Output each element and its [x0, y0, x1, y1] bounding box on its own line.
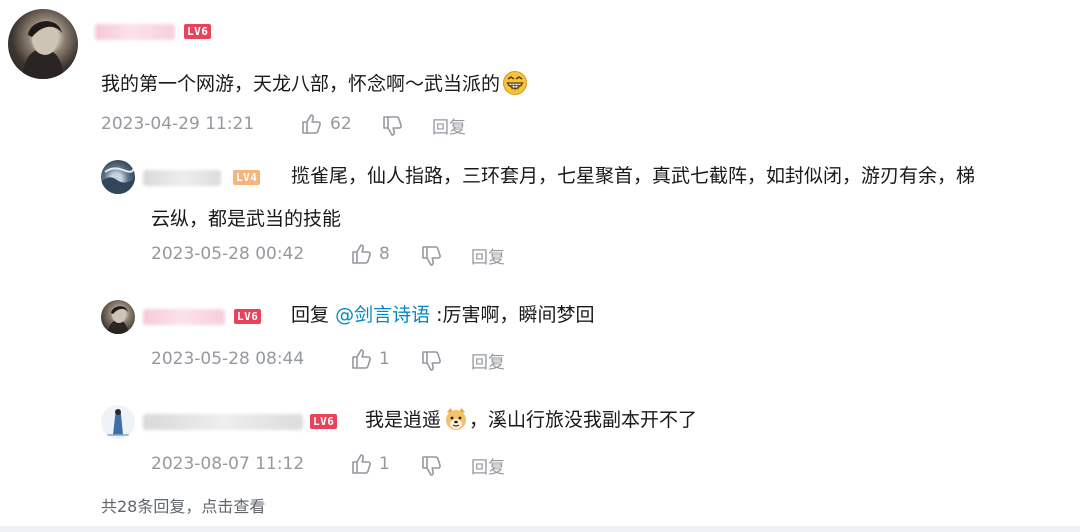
level-badge: LV6 [184, 24, 212, 39]
level-badge: LV6 [234, 309, 262, 324]
reply-text-line1: 揽雀尾，仙人指路，三环套月，七星聚首，真武七截阵，如封似闭，游刃有余，梯 [291, 165, 976, 187]
reply-text-before: 我是逍遥 [365, 409, 442, 431]
avatar-reply-2[interactable] [101, 300, 135, 334]
reply-time: 2023-05-28 08:44 [151, 349, 305, 369]
like-icon[interactable] [350, 348, 372, 370]
reply-button[interactable]: 回复 [471, 243, 505, 268]
reply-content: :厉害啊，瞬间梦回 [436, 304, 595, 326]
avatar-main-commenter[interactable] [8, 9, 78, 79]
reply-text-after: ，溪山行旅没我副本开不了 [469, 409, 698, 431]
like-count: 1 [379, 454, 390, 474]
username-blurred[interactable] [95, 24, 175, 40]
level-badge: LV6 [310, 414, 338, 429]
avatar-reply-1[interactable] [101, 160, 135, 194]
comment-text: 我的第一个网游，天龙八部，怀念啊～武当派的 [101, 70, 528, 98]
reply-time: 2023-05-28 00:42 [151, 244, 305, 264]
like-icon[interactable] [350, 243, 372, 265]
like-icon[interactable] [300, 113, 322, 135]
grinning-emoji-icon [502, 70, 528, 96]
comment-time: 2023-04-29 11:21 [101, 114, 255, 134]
reply-text: 我是逍遥 ，溪山行旅没我副本开不了 [365, 406, 697, 434]
bottom-divider [0, 526, 1080, 532]
reply-time: 2023-08-07 11:12 [151, 454, 305, 474]
reply-button[interactable]: 回复 [432, 113, 466, 138]
dislike-icon[interactable] [420, 455, 442, 477]
avatar-reply-3[interactable] [101, 405, 135, 439]
doge-emoji-icon [443, 406, 469, 432]
like-count: 8 [379, 244, 390, 264]
view-more-replies-link[interactable]: 共28条回复，点击查看 [101, 496, 265, 518]
username-blurred[interactable] [143, 309, 225, 325]
dislike-icon[interactable] [381, 115, 403, 137]
like-icon[interactable] [350, 453, 372, 475]
like-count: 1 [379, 349, 390, 369]
reply-text: 回复 @剑言诗语 :厉害啊，瞬间梦回 [291, 301, 595, 329]
reply-button[interactable]: 回复 [471, 348, 505, 373]
username-blurred[interactable] [143, 414, 303, 430]
comment-text-content: 我的第一个网游，天龙八部，怀念啊～武当派的 [101, 73, 501, 95]
dislike-icon[interactable] [420, 245, 442, 267]
level-badge: LV4 [233, 170, 261, 185]
reply-prefix: 回复 [291, 304, 330, 326]
mention-link[interactable]: @剑言诗语 [335, 304, 430, 326]
reply-button[interactable]: 回复 [471, 453, 505, 478]
reply-text-line2: 云纵，都是武当的技能 [151, 208, 342, 230]
username-blurred[interactable] [143, 170, 221, 186]
like-count: 62 [330, 114, 352, 134]
dislike-icon[interactable] [420, 350, 442, 372]
